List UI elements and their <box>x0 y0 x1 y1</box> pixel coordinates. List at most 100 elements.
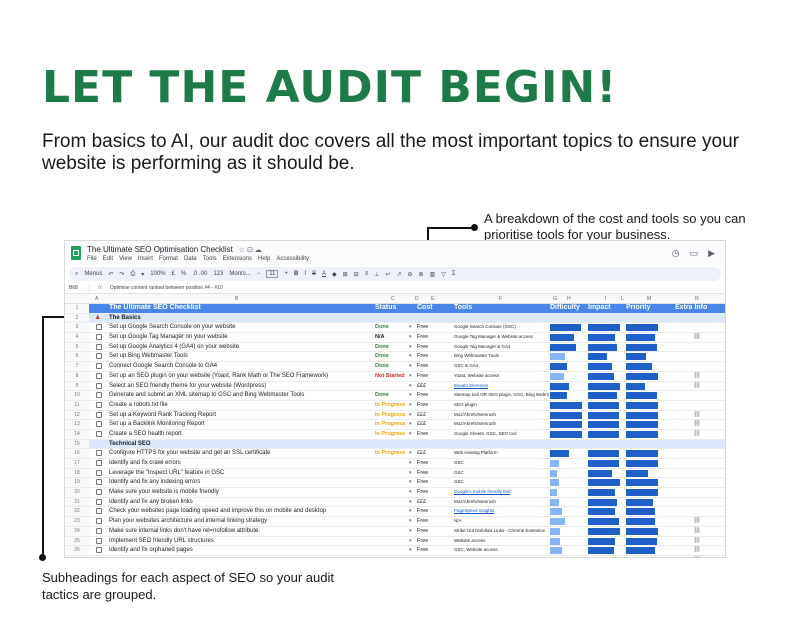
link-icon[interactable]: ⛓ <box>690 556 704 558</box>
tools-cell[interactable]: Strike Out Nofollow Links - Chrome Exten… <box>454 527 549 536</box>
task-name[interactable]: Plan your websites architecture and inte… <box>109 517 373 526</box>
tools-cell[interactable]: PageSpeed Insights <box>454 507 549 516</box>
row-number[interactable]: 7 <box>65 362 89 371</box>
cost-cell[interactable]: £££ <box>417 420 447 429</box>
col-e[interactable]: E <box>431 296 434 302</box>
status-dropdown-icon[interactable]: ▾ <box>409 449 412 458</box>
more-formats[interactable]: 123 <box>213 271 223 277</box>
row-number[interactable]: 16 <box>65 449 89 458</box>
tools-cell[interactable]: N/A <box>454 517 549 526</box>
row-number[interactable]: 14 <box>65 429 89 439</box>
status-header[interactable]: Status <box>375 304 411 313</box>
status-cell[interactable] <box>375 546 411 555</box>
status-dropdown-icon[interactable]: ▾ <box>409 488 412 497</box>
status-dropdown-icon[interactable]: ▾ <box>409 420 412 429</box>
row-number[interactable]: 18 <box>65 468 89 478</box>
status-dropdown-icon[interactable]: ▾ <box>409 323 412 332</box>
menu-insert[interactable]: Insert <box>138 256 153 262</box>
task-name[interactable]: Set up Google Tag Manager on your websit… <box>109 333 373 342</box>
cost-cell[interactable]: Free <box>417 459 447 468</box>
status-cell[interactable] <box>375 498 411 507</box>
sheets-logo-icon[interactable] <box>71 246 81 260</box>
status-dropdown-icon[interactable]: ▾ <box>409 401 412 410</box>
cost-cell[interactable]: Free <box>417 372 447 381</box>
link-icon[interactable]: ⛓ <box>690 382 704 391</box>
task-checkbox[interactable] <box>96 556 102 557</box>
task-name[interactable]: Set up Google Analytics 4 (GA4) on your … <box>109 343 373 352</box>
row-number[interactable]: 22 <box>65 507 89 517</box>
task-name[interactable]: Identify and fix zombie pages <box>109 556 373 558</box>
currency-format[interactable]: £ <box>172 271 175 277</box>
align-icon[interactable]: ≡ <box>365 271 369 277</box>
paint-format-icon[interactable]: ▾ <box>141 271 144 278</box>
task-checkbox[interactable] <box>96 508 102 515</box>
font-size-input[interactable]: 11 <box>266 270 279 278</box>
menu-edit[interactable]: Edit <box>103 256 113 262</box>
cost-cell[interactable]: Free <box>417 352 447 361</box>
status-cell[interactable] <box>375 469 411 478</box>
status-dropdown-icon[interactable]: ▾ <box>409 391 412 400</box>
cost-cell[interactable]: Free <box>417 546 447 555</box>
menus-search[interactable]: Menus <box>84 271 102 277</box>
tools-cell[interactable]: GSC <box>454 469 549 478</box>
task-name[interactable]: Make sure internal links don't have rel=… <box>109 527 373 536</box>
row-number[interactable]: 24 <box>65 526 89 536</box>
task-checkbox[interactable] <box>96 430 102 437</box>
menu-tools[interactable]: Tools <box>203 256 217 262</box>
task-name[interactable]: Set up Bing Webmaster Tools <box>109 352 373 361</box>
cost-cell[interactable]: Free <box>417 323 447 332</box>
percent-format[interactable]: % <box>181 271 186 277</box>
status-cell[interactable]: Done <box>375 362 411 371</box>
task-name[interactable]: Identify and fix orphaned pages <box>109 546 373 555</box>
link-icon[interactable]: ⊖ <box>408 271 413 278</box>
col-a[interactable]: A <box>95 296 98 302</box>
rotate-icon[interactable]: ↗ <box>396 271 401 278</box>
row-number[interactable]: 23 <box>65 517 89 526</box>
tools-cell[interactable]: Moz/Ahrefs/Semrush <box>454 420 549 429</box>
tools-cell[interactable]: Google Search Console (GSC) <box>454 323 549 332</box>
priority-header[interactable]: Priority <box>626 304 651 313</box>
row-number[interactable]: 10 <box>65 391 89 400</box>
font-select[interactable]: Monts... <box>229 271 250 277</box>
menu-format[interactable]: Format <box>159 256 178 262</box>
status-dropdown-icon[interactable]: ▾ <box>409 333 412 342</box>
task-checkbox[interactable] <box>96 547 102 554</box>
status-cell[interactable] <box>375 459 411 468</box>
status-dropdown-icon[interactable]: ▾ <box>409 459 412 468</box>
cost-cell[interactable]: £££ <box>417 449 447 458</box>
tools-cell[interactable]: Web Hosting Platform <box>454 449 549 458</box>
section-heading[interactable]: The Basics <box>109 314 373 323</box>
status-cell[interactable]: Done <box>375 391 411 400</box>
status-cell[interactable]: Done <box>375 343 411 352</box>
star-move-cloud-icons[interactable]: ☆ ⊡ ☁ <box>239 247 262 254</box>
status-dropdown-icon[interactable]: ▾ <box>409 382 412 391</box>
tools-cell[interactable]: Bing Webmaster Tools <box>454 352 549 361</box>
status-cell[interactable] <box>375 517 411 526</box>
tools-cell[interactable]: Moz/Ahrefs/Semrush <box>454 411 549 420</box>
task-checkbox[interactable] <box>96 460 102 466</box>
task-name[interactable]: Set up an SEO plugin on your website (Yo… <box>109 372 373 381</box>
task-name[interactable]: Identify and fix any indexing errors <box>109 478 373 487</box>
status-cell[interactable] <box>375 382 411 391</box>
status-cell[interactable] <box>375 478 411 487</box>
status-dropdown-icon[interactable]: ▾ <box>409 352 412 361</box>
status-dropdown-icon[interactable]: ▾ <box>409 343 412 352</box>
cost-cell[interactable]: Free <box>417 469 447 478</box>
doc-title[interactable]: The Ultimate SEO Optimisation Checklist <box>87 245 233 254</box>
redo-icon[interactable]: ↷ <box>119 271 124 278</box>
cost-cell[interactable]: Free <box>417 478 447 487</box>
fill-color-icon[interactable]: ◆ <box>332 271 337 278</box>
history-icon[interactable]: ◷ <box>672 248 680 259</box>
section-heading[interactable]: Technical SEO <box>109 440 373 449</box>
menu-extensions[interactable]: Extensions <box>223 256 252 262</box>
status-dropdown-icon[interactable]: ▾ <box>409 469 412 478</box>
row-number[interactable]: 19 <box>65 478 89 488</box>
wrap-icon[interactable]: ↵ <box>385 271 390 278</box>
task-checkbox[interactable] <box>96 334 102 341</box>
menu-file[interactable]: File <box>87 256 97 262</box>
task-name[interactable]: Make sure your website is mobile friendl… <box>109 488 373 497</box>
cost-header[interactable]: Cost <box>417 304 447 313</box>
italic-button[interactable]: I <box>304 271 306 277</box>
cost-cell[interactable]: Free <box>417 507 447 516</box>
font-size-increase-icon[interactable]: + <box>284 271 288 277</box>
